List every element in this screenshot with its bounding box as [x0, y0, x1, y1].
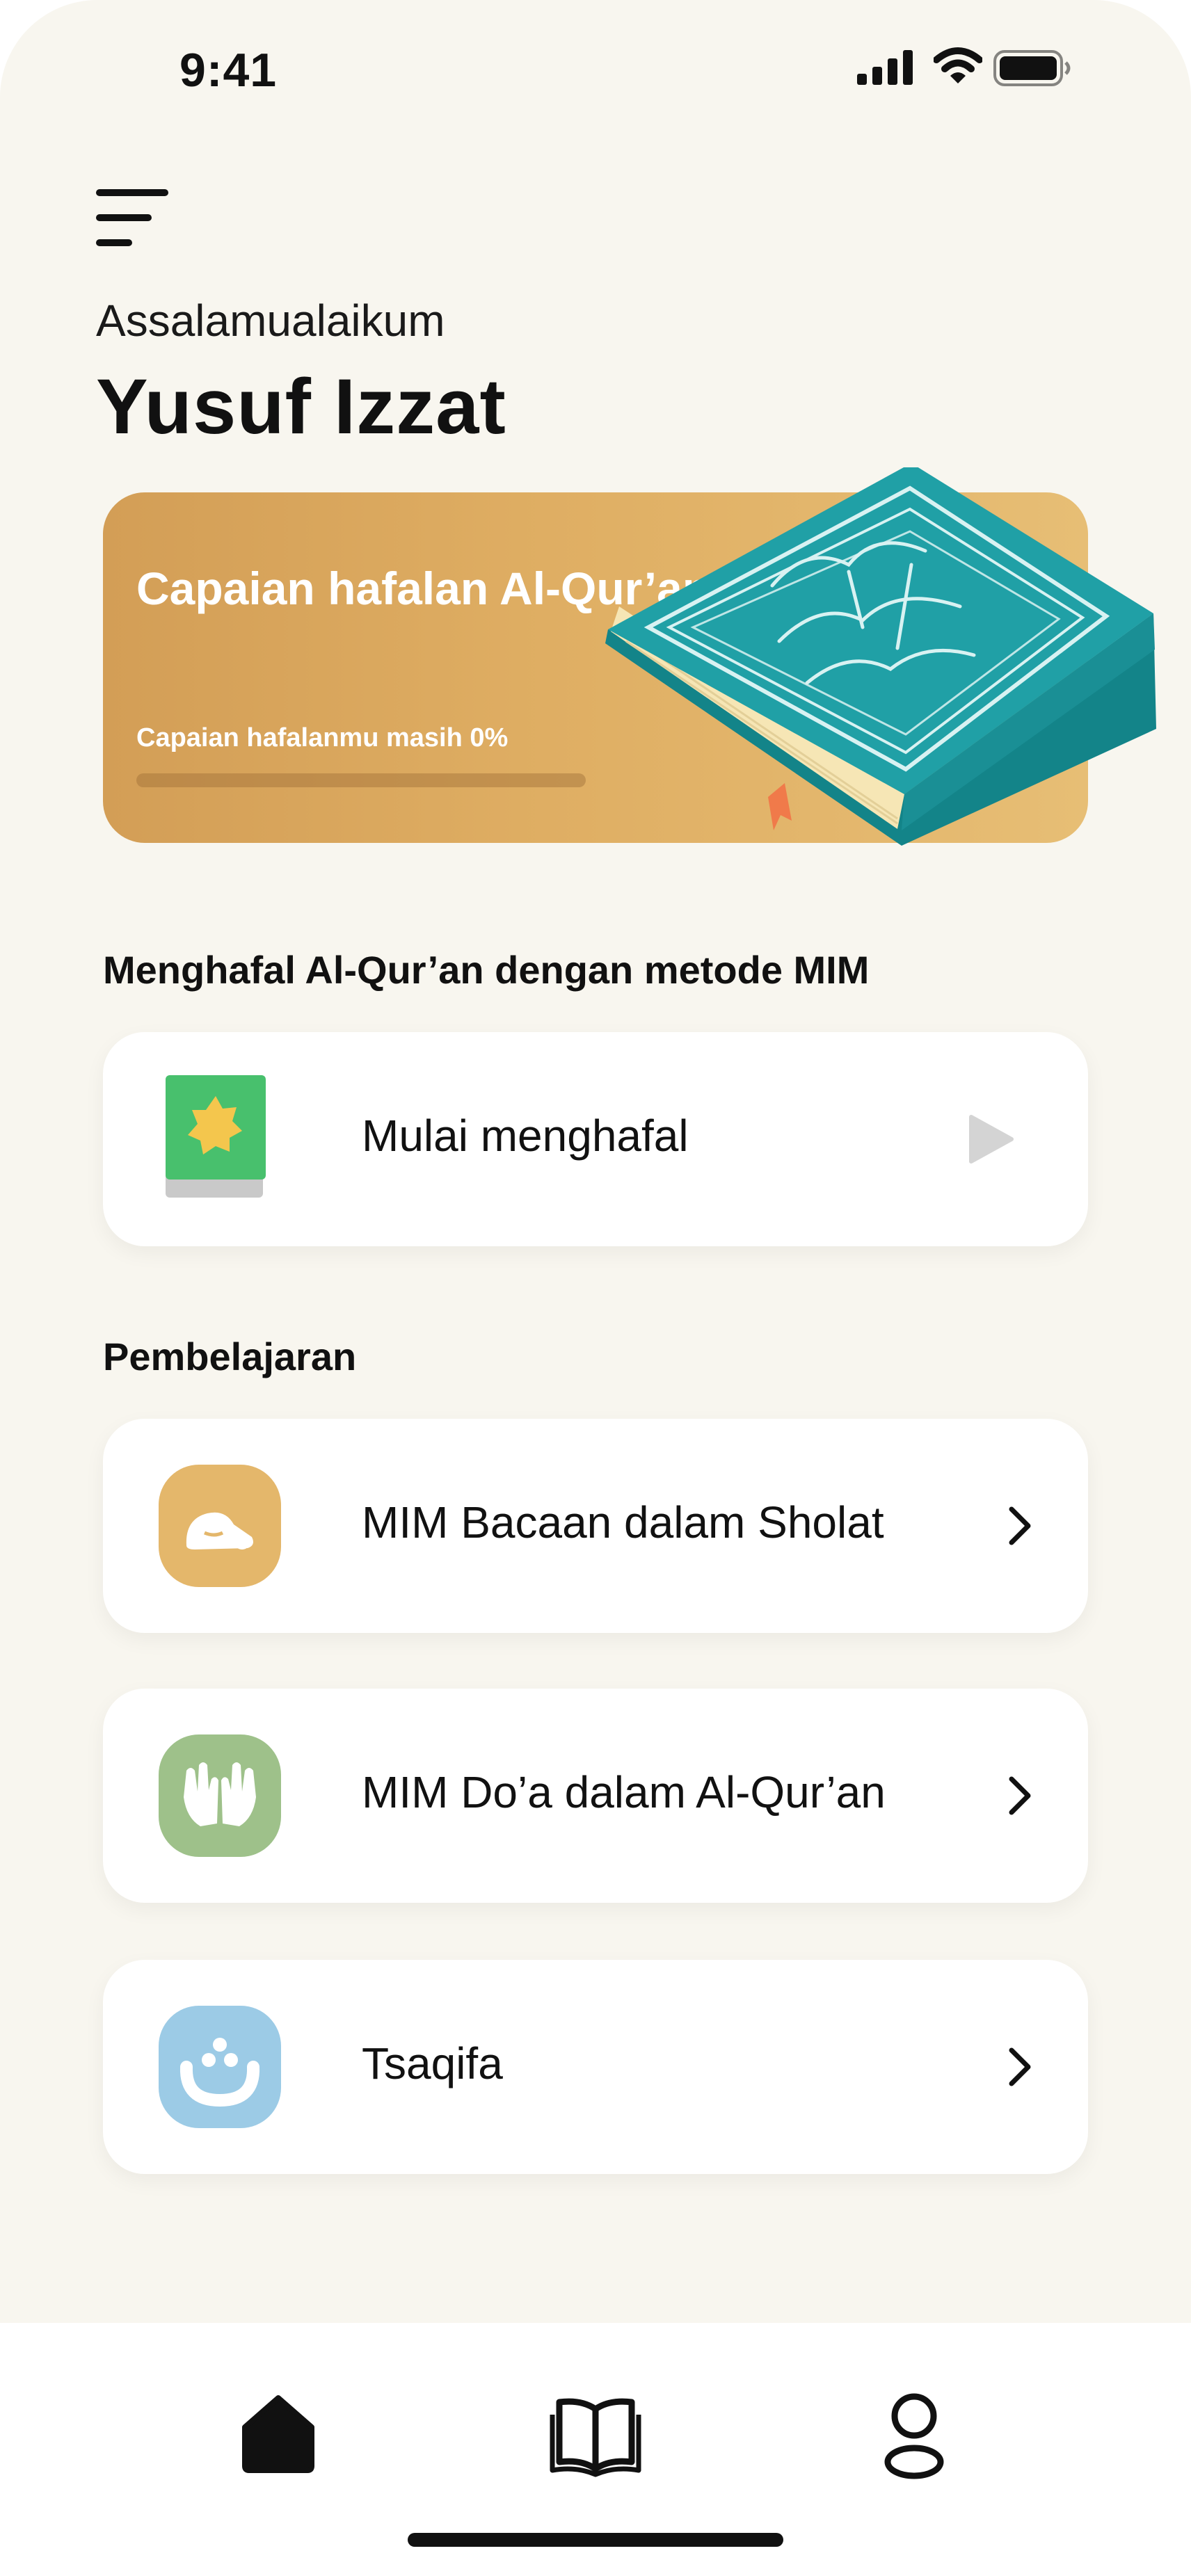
praying-hands-icon	[159, 1734, 281, 1857]
nav-profile[interactable]	[865, 2384, 963, 2481]
start-memorizing-button[interactable]: Mulai menghafal	[103, 1032, 1088, 1246]
memorize-section-title: Menghafal Al-Qur’an dengan metode MIM	[103, 948, 870, 992]
learning-item-label: MIM Bacaan dalam Sholat	[362, 1497, 884, 1547]
home-icon	[242, 2395, 314, 2473]
progress-card-subtitle: Capaian hafalanmu masih 0%	[136, 723, 509, 752]
learning-item-doa[interactable]: MIM Do’a dalam Al-Qur’an	[103, 1689, 1088, 1903]
profile-icon	[884, 2393, 944, 2479]
chevron-right-icon	[1009, 2047, 1031, 2086]
book-icon	[550, 2398, 641, 2477]
wifi-icon	[934, 47, 982, 83]
battery-icon	[993, 50, 1071, 86]
app-screen: 9:41 Assalamualaikum Yusuf Izzat Capaian…	[0, 0, 1191, 2576]
start-memorizing-label: Mulai menghafal	[362, 1111, 689, 1161]
bottom-navigation	[0, 2323, 1191, 2576]
learning-item-label: MIM Do’a dalam Al-Qur’an	[362, 1767, 886, 1817]
home-indicator	[408, 2533, 783, 2547]
menu-line	[96, 189, 168, 196]
nav-library[interactable]	[547, 2384, 644, 2481]
play-icon	[969, 1115, 1014, 1164]
learning-section-title: Pembelajaran	[103, 1335, 357, 1378]
greeting-text: Assalamualaikum	[96, 296, 445, 346]
menu-line	[96, 239, 132, 246]
progress-bar	[136, 773, 586, 787]
status-time: 9:41	[179, 44, 278, 97]
user-name: Yusuf Izzat	[96, 363, 506, 450]
nav-home[interactable]	[230, 2384, 327, 2481]
menu-button[interactable]	[96, 189, 168, 246]
prostration-icon	[159, 1465, 281, 1587]
arabic-letter-icon	[159, 2006, 281, 2128]
chevron-right-icon	[1009, 1776, 1031, 1815]
learning-item-label: Tsaqifa	[362, 2038, 503, 2088]
green-book-icon	[166, 1075, 266, 1198]
signal-icon	[857, 50, 913, 85]
learning-item-tsaqifa[interactable]: Tsaqifa	[103, 1960, 1088, 2174]
quran-book-illustration	[605, 467, 1156, 846]
chevron-right-icon	[1009, 1506, 1031, 1545]
learning-item-sholat[interactable]: MIM Bacaan dalam Sholat	[103, 1419, 1088, 1633]
menu-line	[96, 214, 152, 221]
